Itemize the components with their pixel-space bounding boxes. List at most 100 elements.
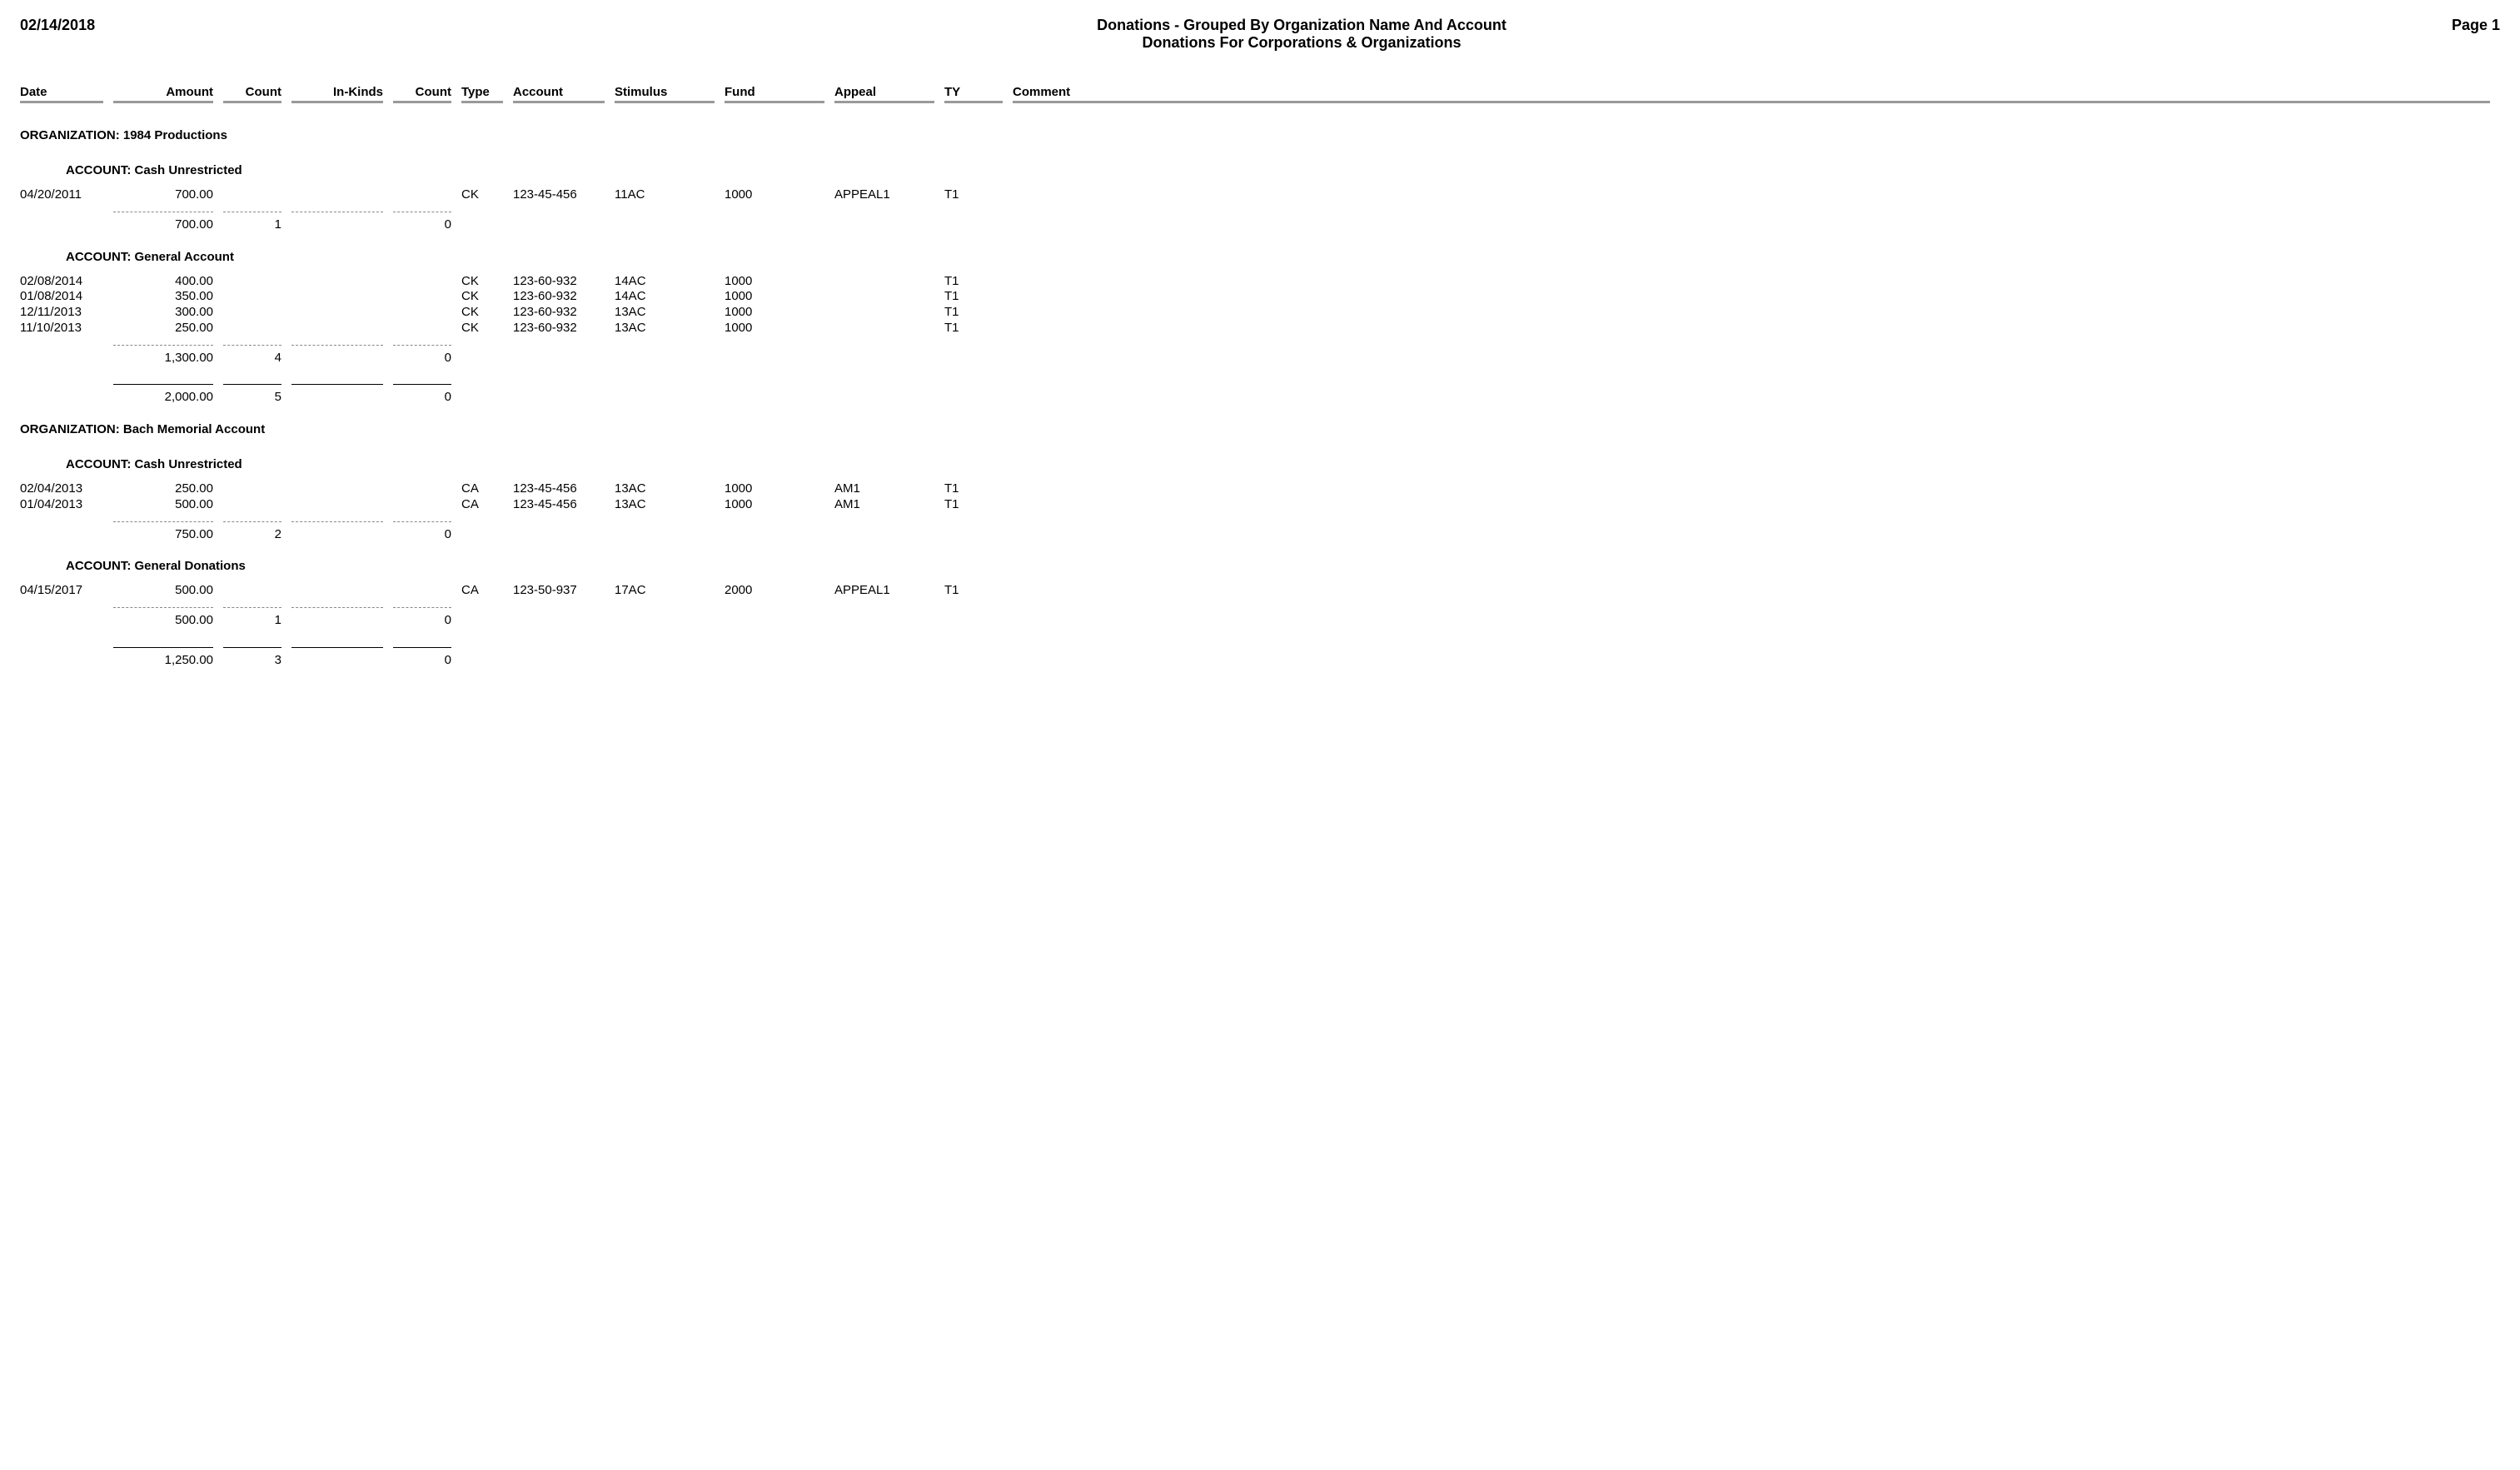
cell-amount: 350.00 — [113, 289, 213, 305]
cell-ty: T1 — [944, 274, 1003, 290]
cell-stimulus: 14AC — [615, 289, 715, 305]
col-header-comment: Comment — [1013, 85, 2490, 103]
cell-count2 — [393, 289, 451, 305]
cell-account: 123-60-932 — [513, 321, 605, 336]
account-subtotal-row: 1,300.0040 — [20, 345, 2500, 366]
cell-type: CA — [461, 583, 503, 599]
cell-stimulus: 13AC — [615, 321, 715, 336]
cell-appeal — [834, 274, 934, 290]
cell-fund: 1000 — [725, 305, 824, 321]
account-subtotal-inkinds — [291, 212, 383, 233]
col-header-appeal: Appeal — [834, 85, 934, 103]
cell-type: CK — [461, 187, 503, 203]
cell-inkinds — [291, 583, 383, 599]
account-subtotal-amount: 1,300.00 — [113, 345, 213, 366]
cell-stimulus: 14AC — [615, 274, 715, 290]
col-header-stimulus: Stimulus — [615, 85, 715, 103]
cell-ty: T1 — [944, 481, 1003, 497]
cell-count1 — [223, 274, 281, 290]
cell-type: CK — [461, 321, 503, 336]
cell-type: CA — [461, 481, 503, 497]
account-subtotal-count2: 0 — [393, 345, 451, 366]
account-subtotal-count1: 1 — [223, 607, 281, 629]
cell-date: 04/20/2011 — [20, 187, 103, 203]
cell-count2 — [393, 187, 451, 203]
cell-count2 — [393, 305, 451, 321]
cell-amount: 250.00 — [113, 481, 213, 497]
account-subtotal-date-spacer — [20, 212, 103, 233]
cell-appeal: APPEAL1 — [834, 187, 934, 203]
cell-stimulus: 13AC — [615, 497, 715, 513]
cell-type: CK — [461, 274, 503, 290]
cell-fund: 2000 — [725, 583, 824, 599]
cell-comment — [1013, 187, 2490, 203]
cell-ty: T1 — [944, 583, 1003, 599]
cell-comment — [1013, 481, 2490, 497]
cell-account: 123-45-456 — [513, 187, 605, 203]
col-header-fund: Fund — [725, 85, 824, 103]
account-subtotal-amount: 750.00 — [113, 521, 213, 543]
col-header-type: Type — [461, 85, 503, 103]
cell-stimulus: 13AC — [615, 481, 715, 497]
account-header: ACCOUNT: General Donations — [66, 559, 2500, 573]
cell-stimulus: 17AC — [615, 583, 715, 599]
organization-total-row: 1,250.0030 — [20, 647, 2500, 669]
cell-amount: 500.00 — [113, 497, 213, 513]
cell-amount: 700.00 — [113, 187, 213, 203]
report-body: ORGANIZATION: 1984 ProductionsACCOUNT: C… — [20, 128, 2500, 669]
report-header: 02/14/2018 Donations - Grouped By Organi… — [20, 17, 2500, 52]
cell-inkinds — [291, 481, 383, 497]
account-subtotal-count1: 2 — [223, 521, 281, 543]
cell-inkinds — [291, 305, 383, 321]
cell-amount: 400.00 — [113, 274, 213, 290]
cell-appeal: AM1 — [834, 497, 934, 513]
account-subtotal-row: 750.0020 — [20, 521, 2500, 543]
cell-ty: T1 — [944, 321, 1003, 336]
cell-comment — [1013, 274, 2490, 290]
organization-total-amount: 1,250.00 — [113, 647, 213, 669]
cell-comment — [1013, 289, 2490, 305]
account-subtotal-row: 500.0010 — [20, 607, 2500, 629]
cell-count2 — [393, 481, 451, 497]
col-header-date: Date — [20, 85, 103, 103]
col-header-count2: Count — [393, 85, 451, 103]
cell-account: 123-60-932 — [513, 305, 605, 321]
cell-amount: 500.00 — [113, 583, 213, 599]
account-subtotal-date-spacer — [20, 345, 103, 366]
cell-date: 01/08/2014 — [20, 289, 103, 305]
cell-account: 123-50-937 — [513, 583, 605, 599]
report-date: 02/14/2018 — [20, 17, 187, 34]
organization-total-inkinds — [291, 647, 383, 669]
cell-account: 123-45-456 — [513, 497, 605, 513]
cell-ty: T1 — [944, 305, 1003, 321]
column-headers: Date Amount Count In-Kinds Count Type Ac… — [20, 85, 2500, 103]
account-header: ACCOUNT: General Account — [66, 250, 2500, 264]
cell-ty: T1 — [944, 289, 1003, 305]
organization-total-date-spacer — [20, 384, 103, 406]
donation-row: 04/20/2011700.00CK123-45-45611AC1000APPE… — [20, 187, 2500, 203]
cell-count1 — [223, 187, 281, 203]
report-title: Donations - Grouped By Organization Name… — [187, 17, 2417, 34]
cell-stimulus: 11AC — [615, 187, 715, 203]
cell-comment — [1013, 305, 2490, 321]
cell-fund: 1000 — [725, 289, 824, 305]
cell-date: 02/04/2013 — [20, 481, 103, 497]
cell-ty: T1 — [944, 497, 1003, 513]
organization-total-inkinds — [291, 384, 383, 406]
cell-appeal: AM1 — [834, 481, 934, 497]
cell-count1 — [223, 481, 281, 497]
cell-amount: 300.00 — [113, 305, 213, 321]
organization-total-count2: 0 — [393, 384, 451, 406]
col-header-amount: Amount — [113, 85, 213, 103]
cell-account: 123-45-456 — [513, 481, 605, 497]
account-subtotal-inkinds — [291, 345, 383, 366]
organization-header: ORGANIZATION: 1984 Productions — [20, 128, 2500, 142]
cell-count2 — [393, 274, 451, 290]
account-subtotal-date-spacer — [20, 521, 103, 543]
organization-header: ORGANIZATION: Bach Memorial Account — [20, 422, 2500, 436]
col-header-inkinds: In-Kinds — [291, 85, 383, 103]
cell-date: 01/04/2013 — [20, 497, 103, 513]
cell-type: CA — [461, 497, 503, 513]
account-subtotal-amount: 700.00 — [113, 212, 213, 233]
account-subtotal-count2: 0 — [393, 212, 451, 233]
